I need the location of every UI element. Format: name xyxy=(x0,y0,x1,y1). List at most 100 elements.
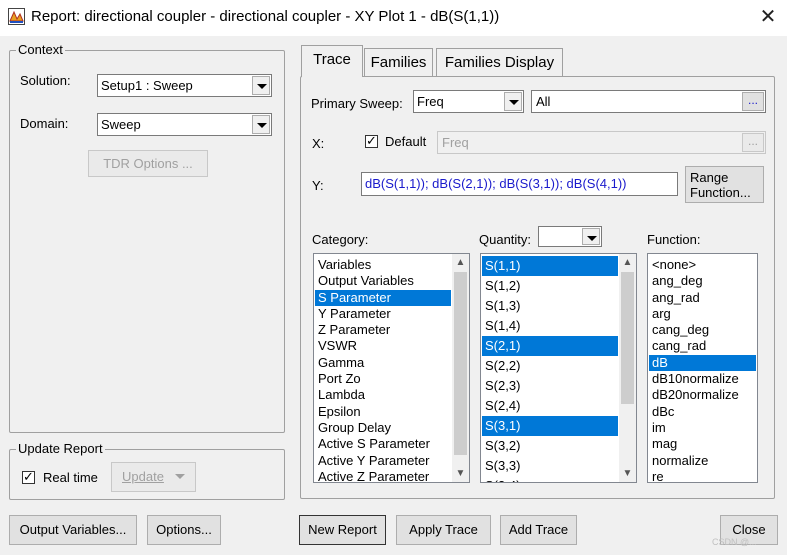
list-item[interactable]: Gamma xyxy=(315,355,451,371)
list-item[interactable]: S(2,4) xyxy=(482,396,618,416)
list-item[interactable]: S(3,3) xyxy=(482,456,618,476)
close-window-icon[interactable]: ✕ xyxy=(757,6,779,28)
apply-trace-button[interactable]: Apply Trace xyxy=(396,515,491,545)
quantity-items: S(1,1) S(1,2) S(1,3) S(1,4) S(2,1) S(2,2) S(2,… xyxy=(482,256,618,482)
function-label: Function: xyxy=(647,232,701,247)
new-report-button[interactable]: New Report xyxy=(299,515,386,545)
function-list[interactable]: <none> ang_deg ang_rad arg cang_deg cang_rad d… xyxy=(647,253,758,483)
solution-label: Solution: xyxy=(20,73,71,88)
category-list[interactable]: Variables Output Variables S Parameter Y Pa… xyxy=(313,253,470,483)
list-item[interactable]: Active S Parameter xyxy=(315,436,451,452)
tab-families[interactable]: Families xyxy=(364,48,433,76)
category-label: Category: xyxy=(312,232,369,247)
list-item[interactable]: Z Parameter xyxy=(315,322,451,338)
solution-select[interactable]: Setup1 : Sweep xyxy=(97,74,272,97)
x-ellipsis-button[interactable]: ... xyxy=(742,133,764,152)
list-item[interactable]: dB10normalize xyxy=(649,371,756,387)
range-function-button[interactable]: Range Function... xyxy=(685,166,764,203)
add-trace-button[interactable]: Add Trace xyxy=(500,515,577,545)
list-item[interactable]: Output Variables xyxy=(315,273,451,289)
chevron-down-icon[interactable] xyxy=(504,92,522,111)
list-item[interactable]: S(1,3) xyxy=(482,296,618,316)
list-item[interactable]: Active Z Parameter xyxy=(315,469,451,482)
sweep-range-value: All xyxy=(536,94,551,109)
list-item[interactable]: cang_rad xyxy=(649,338,756,354)
x-value: Freq xyxy=(442,135,469,150)
list-item[interactable]: VSWR xyxy=(315,338,451,354)
list-item[interactable]: S(1,1) xyxy=(482,256,618,276)
list-item[interactable]: mag xyxy=(649,436,756,452)
scroll-up-icon[interactable]: ▲ xyxy=(619,254,636,271)
domain-label: Domain: xyxy=(20,116,69,131)
list-item[interactable]: S(1,2) xyxy=(482,276,618,296)
chevron-down-icon[interactable] xyxy=(252,115,270,134)
app-icon xyxy=(8,8,25,25)
list-item[interactable]: im xyxy=(649,420,756,436)
y-label: Y: xyxy=(312,178,324,193)
update-button[interactable]: Update xyxy=(111,462,196,492)
scroll-thumb[interactable] xyxy=(454,272,467,455)
list-item[interactable]: S(2,3) xyxy=(482,376,618,396)
realtime-checkbox[interactable] xyxy=(22,469,35,485)
category-scrollbar[interactable]: ▲ ▼ xyxy=(452,254,469,482)
list-item[interactable]: dB20normalize xyxy=(649,387,756,403)
list-item[interactable]: S(2,1) xyxy=(482,336,618,356)
chevron-down-icon[interactable] xyxy=(582,228,600,245)
y-expression-field[interactable]: dB(S(1,1)); dB(S(2,1)); dB(S(3,1)); dB(S… xyxy=(361,172,678,196)
range-function-line1: Range xyxy=(690,170,729,185)
list-item[interactable]: <none> xyxy=(649,257,756,273)
sweep-range-ellipsis-button[interactable]: ... xyxy=(742,92,764,111)
list-item[interactable]: S Parameter xyxy=(315,289,451,306)
scroll-down-icon[interactable]: ▼ xyxy=(452,465,469,482)
x-field[interactable]: Freq ... xyxy=(437,131,766,154)
tdr-options-button[interactable]: TDR Options ... xyxy=(88,150,208,177)
window-title: Report: directional coupler - directiona… xyxy=(31,8,500,25)
realtime-label: Real time xyxy=(43,470,98,485)
scroll-down-icon[interactable]: ▼ xyxy=(619,465,636,482)
sweep-range-field[interactable]: All ... xyxy=(531,90,766,113)
x-default-checkbox[interactable] xyxy=(365,133,378,149)
range-function-line2: Function... xyxy=(690,185,751,200)
function-items: <none> ang_deg ang_rad arg cang_deg cang_rad d… xyxy=(649,257,756,482)
primary-sweep-label: Primary Sweep: xyxy=(311,96,403,111)
scroll-thumb[interactable] xyxy=(621,272,634,404)
list-item[interactable]: S(1,4) xyxy=(482,316,618,336)
list-item[interactable]: S(3,4) xyxy=(482,476,618,482)
list-item[interactable]: S(2,2) xyxy=(482,356,618,376)
scroll-up-icon[interactable]: ▲ xyxy=(452,254,469,271)
output-variables-button[interactable]: Output Variables... xyxy=(9,515,137,545)
list-item[interactable]: Epsilon xyxy=(315,404,451,420)
x-default-label: Default xyxy=(385,134,427,149)
update-button-label: Update xyxy=(122,469,164,484)
primary-sweep-value: Freq xyxy=(417,94,444,109)
list-item[interactable]: Active Y Parameter xyxy=(315,453,451,469)
list-item[interactable]: normalize xyxy=(649,453,756,469)
domain-select[interactable]: Sweep xyxy=(97,113,272,136)
quantity-scrollbar[interactable]: ▲ ▼ xyxy=(619,254,636,482)
list-item[interactable]: re xyxy=(649,469,756,482)
quantity-list[interactable]: S(1,1) S(1,2) S(1,3) S(1,4) S(2,1) S(2,2) S(2,… xyxy=(480,253,637,483)
list-item[interactable]: Port Zo xyxy=(315,371,451,387)
list-item[interactable]: Group Delay xyxy=(315,420,451,436)
list-item[interactable]: cang_deg xyxy=(649,322,756,338)
quantity-filter-select[interactable] xyxy=(538,226,602,247)
list-item[interactable]: arg xyxy=(649,306,756,322)
list-item[interactable]: Variables xyxy=(315,257,451,273)
list-item[interactable]: Y Parameter xyxy=(315,306,451,322)
list-item[interactable]: ang_rad xyxy=(649,290,756,306)
tab-trace[interactable]: Trace xyxy=(301,45,363,77)
list-item[interactable]: Lambda xyxy=(315,387,451,403)
list-item[interactable]: dBc xyxy=(649,404,756,420)
category-items: Variables Output Variables S Parameter Y Pa… xyxy=(315,257,451,482)
y-expression-value: dB(S(1,1)); dB(S(2,1)); dB(S(3,1)); dB(S… xyxy=(365,176,627,191)
list-item[interactable]: S(3,2) xyxy=(482,436,618,456)
tab-families-display[interactable]: Families Display xyxy=(436,48,563,76)
list-item[interactable]: S(3,1) xyxy=(482,416,618,436)
list-item[interactable]: ang_deg xyxy=(649,273,756,289)
chevron-down-icon[interactable] xyxy=(252,76,270,95)
options-button[interactable]: Options... xyxy=(147,515,221,545)
update-report-group-label: Update Report xyxy=(16,441,105,456)
primary-sweep-select[interactable]: Freq xyxy=(413,90,524,113)
list-item[interactable]: dB xyxy=(649,354,756,372)
quantity-label: Quantity: xyxy=(479,232,532,247)
